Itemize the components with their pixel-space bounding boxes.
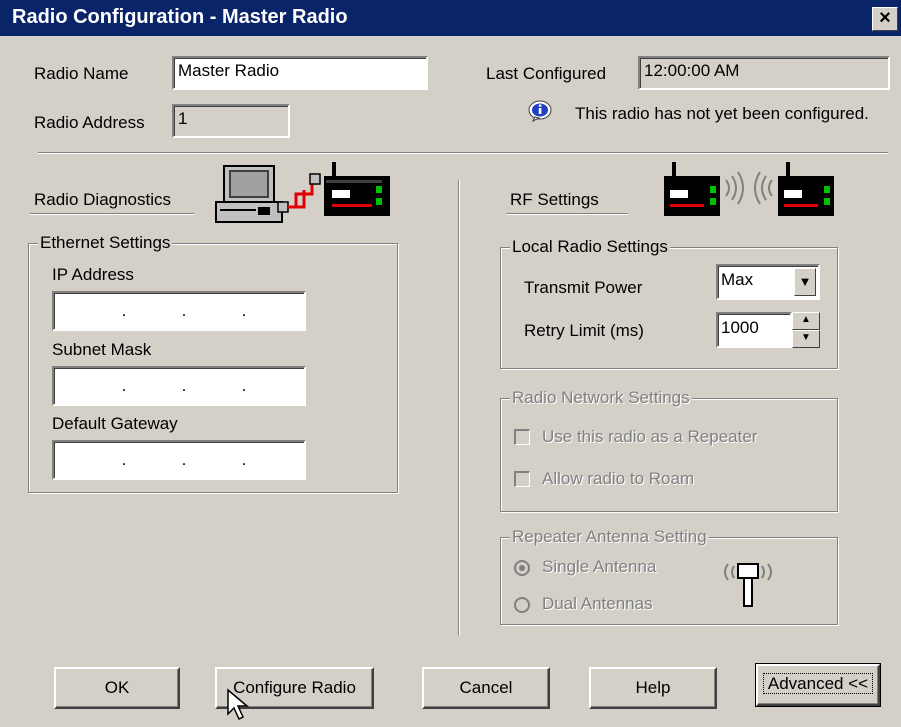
single-antenna-radio[interactable] [514, 560, 530, 576]
radio-address-field: 1 [172, 104, 290, 138]
retry-limit-label: Retry Limit (ms) [524, 321, 644, 340]
spin-down-icon[interactable]: ▼ [792, 330, 820, 348]
ethernet-settings-title: Ethernet Settings [38, 233, 173, 253]
spin-up-icon[interactable]: ▲ [792, 312, 820, 330]
radio-name-label: Radio Name [34, 64, 129, 83]
roam-label: Allow radio to Roam [542, 469, 695, 488]
dual-antennas-label: Dual Antennas [542, 594, 653, 613]
radio-network-settings-group [500, 398, 838, 512]
transmit-power-label: Transmit Power [524, 278, 643, 297]
retry-limit-input[interactable]: 1000 [716, 312, 792, 348]
column-separator [458, 180, 460, 635]
local-radio-settings-title: Local Radio Settings [510, 237, 670, 257]
antenna-icon [718, 550, 778, 610]
dual-antennas-radio[interactable] [514, 597, 530, 613]
last-configured-field: 12:00:00 AM [638, 56, 890, 90]
diagnostics-underline [30, 213, 194, 215]
default-gateway-label: Default Gateway [52, 414, 178, 433]
header-separator [38, 152, 888, 154]
roam-checkbox[interactable] [514, 471, 530, 487]
window-title: Radio Configuration - Master Radio [12, 6, 348, 28]
info-icon [527, 100, 553, 123]
cancel-button[interactable]: Cancel [422, 667, 550, 709]
radio-address-label: Radio Address [34, 113, 145, 132]
radio-diagnostics-label: Radio Diagnostics [34, 190, 172, 209]
chevron-down-icon[interactable]: ▼ [794, 268, 816, 296]
repeater-checkbox[interactable] [514, 429, 530, 445]
advanced-button-label: Advanced << [762, 673, 874, 694]
single-antenna-label: Single Antenna [542, 557, 657, 576]
subnet-mask-label: Subnet Mask [52, 340, 152, 359]
computer-radio-icon[interactable] [212, 160, 396, 226]
repeater-label: Use this radio as a Repeater [542, 427, 758, 446]
close-button[interactable]: × [872, 7, 898, 31]
info-message: This radio has not yet been configured. [575, 104, 869, 123]
rf-underline [506, 213, 628, 215]
ip-address-input[interactable]: ... [52, 291, 306, 331]
radio-name-input[interactable]: Master Radio [172, 56, 428, 90]
transmit-power-value: Max [721, 270, 754, 289]
subnet-mask-input[interactable]: ... [52, 366, 306, 406]
default-gateway-input[interactable]: ... [52, 440, 306, 480]
repeater-antenna-title: Repeater Antenna Setting [510, 527, 709, 547]
last-configured-label: Last Configured [486, 64, 607, 83]
radio-link-icon[interactable] [662, 160, 840, 226]
ok-button[interactable]: OK [54, 667, 180, 709]
rf-settings-label: RF Settings [510, 190, 599, 209]
radio-network-settings-title: Radio Network Settings [510, 388, 692, 408]
mouse-cursor-icon [226, 688, 254, 722]
ip-address-label: IP Address [52, 265, 134, 284]
transmit-power-select[interactable]: Max ▼ [716, 264, 820, 300]
help-button[interactable]: Help [589, 667, 717, 709]
advanced-button[interactable]: Advanced << [755, 663, 881, 707]
